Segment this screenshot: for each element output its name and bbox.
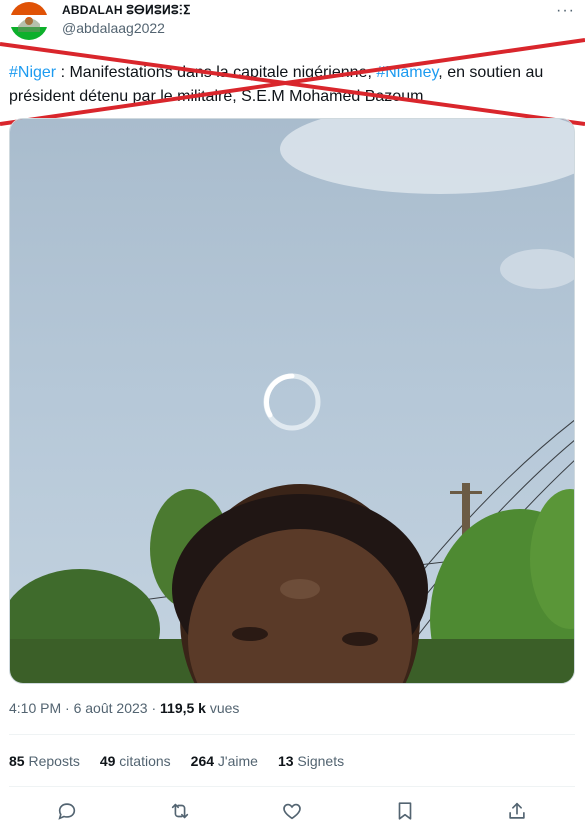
bookmark-icon[interactable] [391,797,419,825]
repost-icon[interactable] [166,797,194,825]
quotes-label: citations [119,753,171,769]
divider [9,786,575,787]
likes-count: 264 [190,753,215,769]
more-options-icon[interactable]: ··· [556,2,575,20]
meta-separator: · [147,700,161,716]
hashtag-niamey[interactable]: #Niamey [376,64,438,81]
reposts-label: Reposts [28,753,80,769]
quotes-stat[interactable]: 49 citations [100,753,171,769]
bookmarks-count: 13 [277,753,294,769]
share-icon[interactable] [503,797,531,825]
bookmarks-stat[interactable]: 13 Signets [278,753,344,769]
meta-separator: · [61,700,74,716]
views-count: 119,5 k [160,700,206,716]
tweet-stats: 85 Reposts 49 citations 264 J'aime 13 Si… [9,753,344,769]
tweet-time[interactable]: 4:10 PM [9,700,61,716]
views-label: vues [205,700,240,716]
tweet-header: ABDALAH ⵓⴱⵍⵓⵍⵓⵗⵉ @abdalaag2022 ··· [0,0,585,56]
reposts-stat[interactable]: 85 Reposts [9,753,80,769]
reposts-count: 85 [9,753,25,769]
tweet-date[interactable]: 6 août 2023 [74,700,148,716]
heart-icon[interactable] [278,797,306,825]
tweet-meta: 4:10 PM · 6 août 2023 · 119,5 k vues [9,700,239,716]
author-handle[interactable]: @abdalaag2022 [62,20,165,36]
divider [9,734,575,735]
avatar[interactable] [10,2,48,40]
hashtag-niger[interactable]: #Niger [9,64,56,81]
likes-stat[interactable]: 264 J'aime [191,753,258,769]
tweet-video[interactable] [9,118,575,684]
niger-flag-avatar-icon [10,2,48,40]
tweet-text: #Niger : Manifestations dans la capitale… [9,61,579,109]
video-frame [10,119,574,683]
author-display-name[interactable]: ABDALAH ⵓⴱⵍⵓⵍⵓⵗⵉ [62,3,191,17]
bookmarks-label: Signets [297,753,345,769]
quotes-count: 49 [99,753,116,769]
action-bar [0,797,585,829]
likes-label: J'aime [217,753,258,769]
comment-icon[interactable] [53,797,81,825]
tweet-text-part: : Manifestations dans la capitale nigéri… [56,64,377,81]
